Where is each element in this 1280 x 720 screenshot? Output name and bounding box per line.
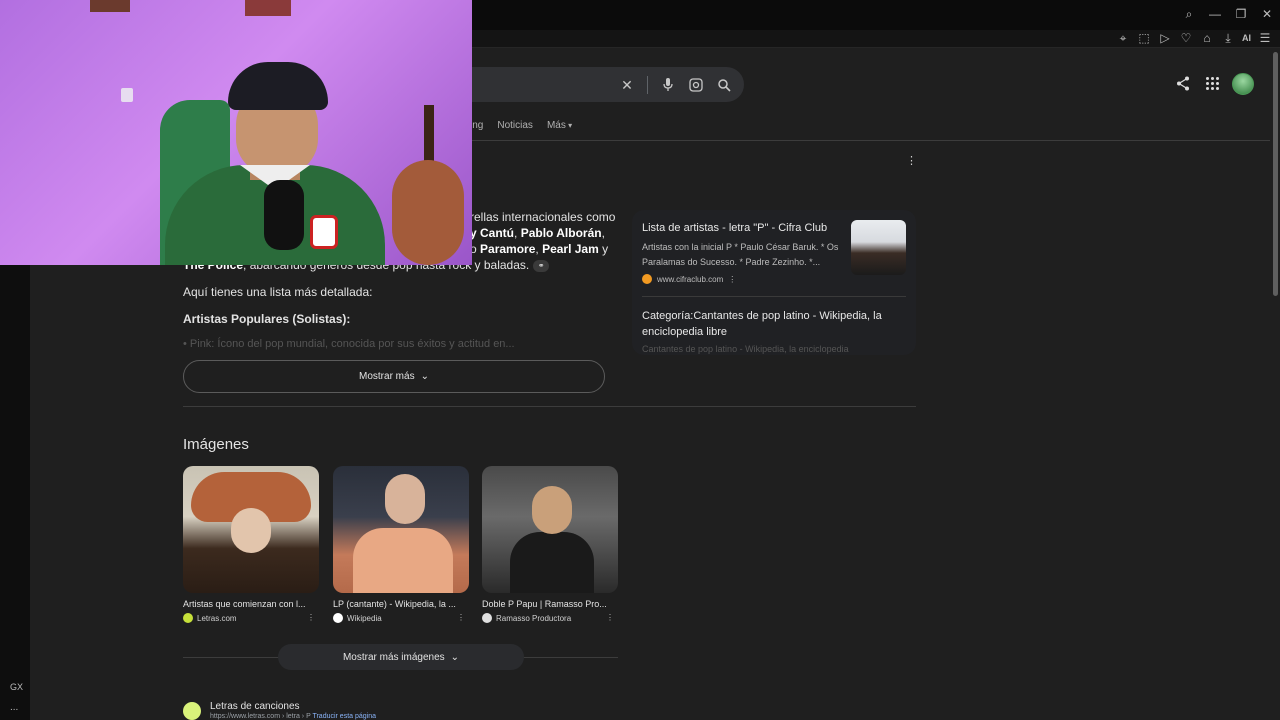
images-heading: Imágenes — [183, 436, 249, 453]
play-icon[interactable]: ▷ — [1158, 31, 1172, 45]
apps-grid-icon[interactable] — [1206, 77, 1220, 91]
image-caption[interactable]: Artistas que comienzan con l... — [183, 599, 319, 609]
page-scrollbar[interactable] — [1273, 52, 1278, 296]
browser-window: ⌕ — ❐ ✕ ⌖ ⬚ ▷ ♡ ⌂ ⤓ AI ☰ GX ... ✕ ing No… — [0, 0, 1280, 720]
image-thumbnail[interactable] — [482, 466, 618, 593]
image-thumbnail[interactable] — [333, 466, 469, 593]
answer-line: y Cantú, Pablo Alborán, — [470, 226, 605, 240]
search-divider — [647, 76, 648, 94]
chevron-down-icon: ⌄ — [420, 371, 429, 382]
restore-icon[interactable]: ❐ — [1234, 7, 1248, 21]
answer-line: o Paramore, Pearl Jam y — [470, 242, 609, 256]
artist-link[interactable]: Pearl Jam — [542, 242, 599, 256]
answer-intro: Aquí tienes una lista más detallada: — [183, 285, 373, 299]
result-site-name[interactable]: Letras de canciones — [210, 701, 300, 712]
microphone-icon[interactable] — [660, 77, 676, 93]
show-more-button[interactable]: Mostrar más ⌄ — [183, 360, 605, 393]
kebab-icon[interactable]: ⋮ — [728, 275, 736, 284]
result-url[interactable]: https://www.letras.com › letra › P Tradu… — [210, 713, 376, 720]
search-tabs-icon[interactable]: ⌕ — [1182, 7, 1196, 21]
source-card[interactable]: Lista de artistas - letra "P" - Cifra Cl… — [632, 210, 916, 355]
card-faded-text: Cantantes de pop latino - Wikipedia, la … — [642, 344, 849, 354]
cifraclub-icon — [642, 274, 652, 284]
answer-faded-line: • Pink: Ícono del pop mundial, conocida … — [183, 338, 515, 350]
image-result[interactable]: LP (cantante) - Wikipedia, la ... Wikipe… — [333, 466, 469, 623]
artist-link[interactable]: Pablo Alborán — [521, 226, 602, 240]
artist-link[interactable]: Paramore — [480, 242, 535, 256]
toolbar-icons: ⌖ ⬚ ▷ ♡ ⌂ ⤓ AI ☰ — [1116, 31, 1272, 46]
tab-shopping[interactable]: ing — [470, 120, 483, 131]
more-images-button[interactable]: Mostrar más imágenes ⌄ — [278, 644, 524, 670]
link-chip-icon[interactable]: ⚭ — [533, 259, 550, 272]
heart-icon[interactable]: ♡ — [1179, 31, 1193, 45]
snapshot-icon[interactable]: ⬚ — [1137, 31, 1151, 45]
lens-icon[interactable] — [688, 77, 704, 93]
image-source: Letras.com ⋮ — [183, 613, 319, 623]
image-caption[interactable]: LP (cantante) - Wikipedia, la ... — [333, 599, 469, 609]
image-source: Ramasso Productora ⋮ — [482, 613, 618, 623]
more-options-icon[interactable]: ⋮ — [906, 154, 917, 167]
menu-icon[interactable]: ☰ — [1258, 31, 1272, 45]
download-icon[interactable]: ⤓ — [1221, 31, 1235, 45]
sidebar-more-icon[interactable]: ... — [10, 702, 18, 713]
image-source: Wikipedia ⋮ — [333, 613, 469, 623]
pin-icon[interactable]: ⌖ — [1116, 31, 1130, 45]
image-caption[interactable]: Doble P Papu | Ramasso Pro... — [482, 599, 618, 609]
wallet-icon[interactable]: ⌂ — [1200, 31, 1214, 45]
account-avatar[interactable] — [1232, 73, 1254, 95]
card-source: www.cifraclub.com ⋮ — [642, 274, 736, 284]
share-icon[interactable] — [1176, 76, 1190, 95]
answer-line: rellas internacionales como — [470, 210, 616, 224]
clear-icon[interactable]: ✕ — [619, 77, 635, 93]
card-thumbnail[interactable] — [851, 220, 906, 275]
image-thumbnail[interactable] — [183, 466, 319, 593]
kebab-icon[interactable]: ⋮ — [606, 613, 614, 622]
section-divider — [183, 406, 916, 407]
minimize-icon[interactable]: — — [1208, 7, 1222, 21]
kebab-icon[interactable]: ⋮ — [457, 613, 465, 622]
letras-icon — [183, 613, 193, 623]
ai-button[interactable]: AI — [1242, 31, 1251, 45]
chevron-down-icon: ⌄ — [450, 651, 460, 663]
letras-site-icon — [183, 702, 201, 720]
gx-label[interactable]: GX — [10, 682, 23, 692]
search-icon[interactable] — [716, 77, 732, 93]
tab-more[interactable]: Más — [547, 120, 572, 131]
card-divider — [642, 296, 906, 297]
search-tabs: ing Noticias Más — [470, 120, 572, 131]
translate-link[interactable]: Traducir esta página — [312, 713, 376, 720]
wikipedia-icon — [333, 613, 343, 623]
close-window-icon[interactable]: ✕ — [1260, 7, 1274, 21]
card-title-2[interactable]: Categoría:Cantantes de pop latino - Wiki… — [642, 308, 892, 340]
tab-news[interactable]: Noticias — [497, 120, 533, 131]
answer-section-title: Artistas Populares (Solistas): — [183, 312, 351, 326]
kebab-icon[interactable]: ⋮ — [307, 613, 315, 622]
card-snippet: Artistas con la inicial P * Paulo César … — [642, 242, 839, 267]
image-result[interactable]: Doble P Papu | Ramasso Pro... Ramasso Pr… — [482, 466, 618, 623]
webcam-overlay — [0, 0, 472, 265]
ramasso-icon — [482, 613, 492, 623]
artist-link[interactable]: y Cantú — [470, 226, 514, 240]
image-result[interactable]: Artistas que comienzan con l... Letras.c… — [183, 466, 319, 623]
card-title[interactable]: Lista de artistas - letra "P" - Cifra Cl… — [642, 222, 827, 234]
